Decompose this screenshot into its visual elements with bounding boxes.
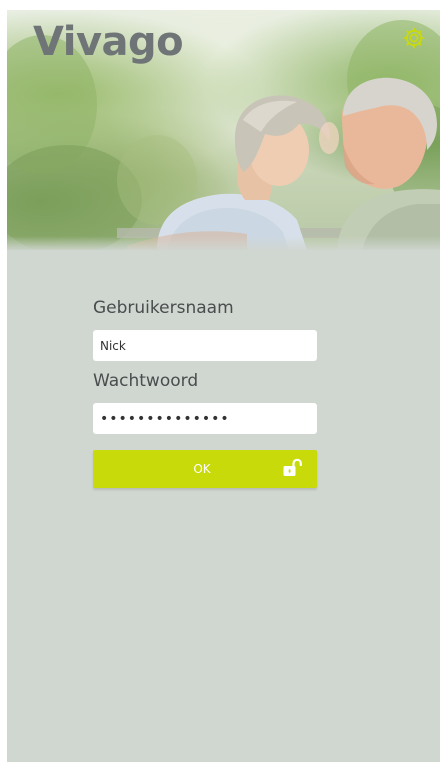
ok-button[interactable]: OK [93,450,317,488]
login-form: Gebruikersnaam Wachtwoord OK [93,298,317,488]
brand-logo: Vivago [33,19,184,65]
settings-button[interactable] [400,24,428,52]
header-hero: Vivago [7,10,440,250]
username-input[interactable] [93,330,317,361]
password-input[interactable] [93,403,317,434]
app-screen: Vivago Gebruikersnaam Wachtwoord OK [7,10,440,762]
username-label: Gebruikersnaam [93,298,234,318]
gear-icon [403,27,425,49]
password-label: Wachtwoord [93,371,199,391]
unlock-icon [283,458,302,476]
password-field-wrapper [93,403,317,434]
hero-bottom-fade [7,236,440,250]
